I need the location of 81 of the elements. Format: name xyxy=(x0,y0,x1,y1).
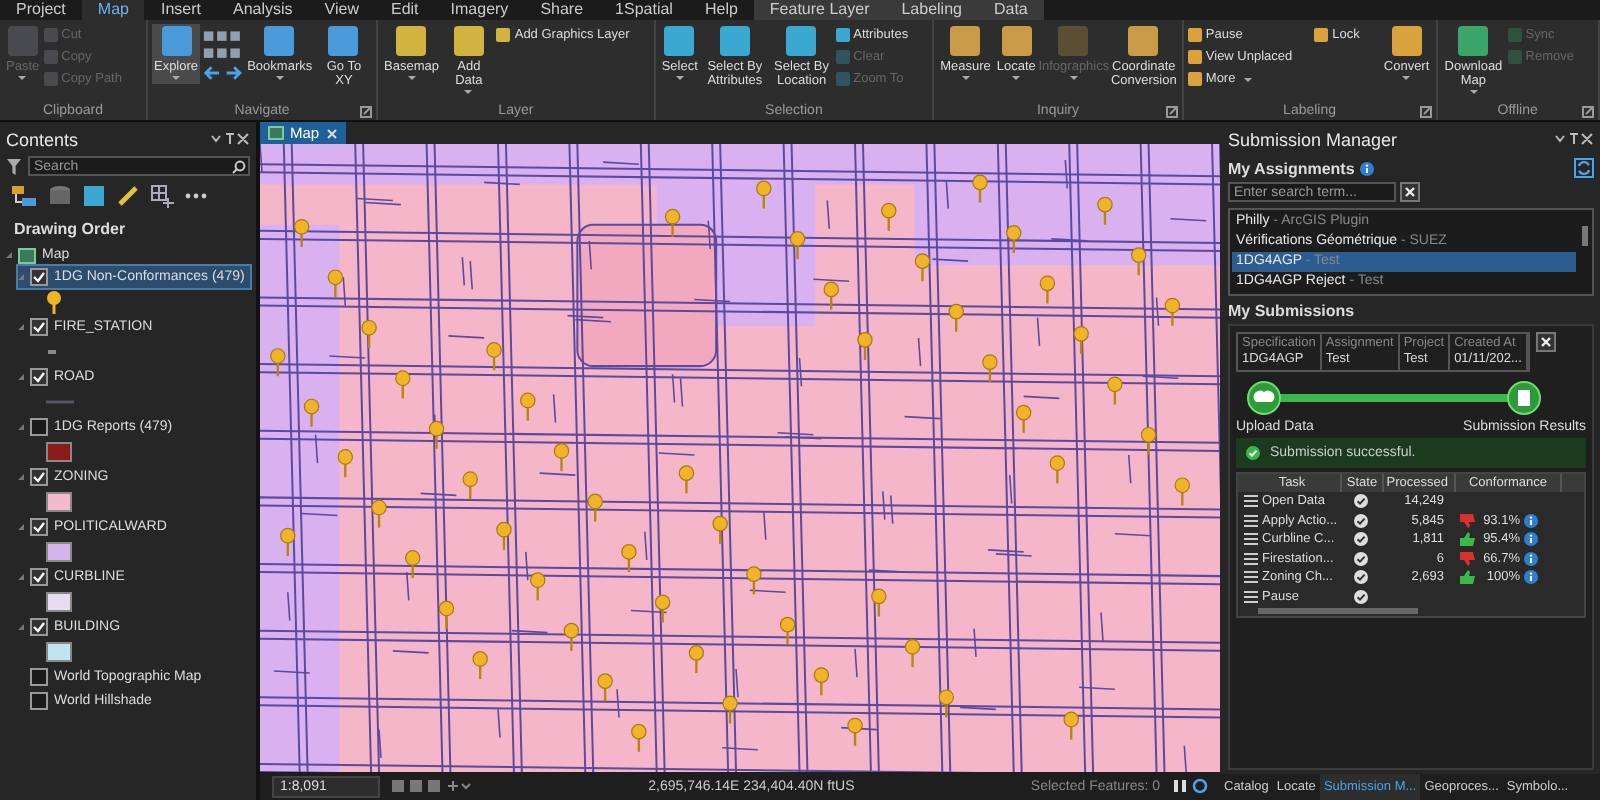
ribbon-tab[interactable]: Help xyxy=(688,0,754,20)
info-icon[interactable] xyxy=(1360,161,1375,175)
refresh-button[interactable] xyxy=(1574,158,1594,178)
pencil-icon[interactable] xyxy=(116,184,140,208)
ribbon-tab[interactable]: View xyxy=(308,0,375,20)
pane-title: Submission Manager xyxy=(1228,129,1398,149)
section-heading: My Assignments xyxy=(1228,159,1355,177)
ribbon-tab[interactable]: Project xyxy=(0,0,82,20)
close-button[interactable] xyxy=(1535,332,1556,352)
expander-icon[interactable] xyxy=(18,424,24,430)
check-circle-icon xyxy=(1353,551,1367,566)
ribbon-tab[interactable]: Imagery xyxy=(434,0,525,20)
list-icon xyxy=(1244,513,1258,528)
checkbox[interactable] xyxy=(30,568,48,586)
layer-icon[interactable] xyxy=(82,184,106,208)
check-circle-icon xyxy=(1353,532,1367,547)
list-icon xyxy=(1244,532,1258,547)
list-by-drawing-order-icon[interactable] xyxy=(10,184,38,208)
pane-title: Contents xyxy=(6,129,79,149)
checkbox[interactable] xyxy=(30,618,48,636)
expander-icon[interactable] xyxy=(18,474,24,480)
pin-symbol-icon xyxy=(46,289,62,313)
info-icon[interactable] xyxy=(1524,551,1538,566)
filter-icon[interactable] xyxy=(6,157,22,175)
line-symbol-icon xyxy=(46,397,74,405)
ribbon-tab[interactable]: Data xyxy=(977,0,1044,20)
ribbon-tab[interactable]: Edit xyxy=(374,0,435,20)
map-icon xyxy=(268,126,284,140)
ribbon-tab[interactable]: Analysis xyxy=(216,0,309,20)
close-icon[interactable] xyxy=(325,127,338,139)
list-icon xyxy=(1244,494,1258,509)
more-icon[interactable] xyxy=(184,192,208,200)
ribbon-tab[interactable]: Feature Layer xyxy=(753,0,886,20)
pane-controls-icon[interactable] xyxy=(210,132,250,146)
list-icon xyxy=(1244,589,1258,604)
launcher-icon[interactable] xyxy=(1419,106,1432,118)
expander-icon[interactable] xyxy=(18,324,24,330)
checkbox[interactable] xyxy=(30,418,48,436)
launcher-icon[interactable] xyxy=(1582,106,1595,118)
grid-plus-icon[interactable] xyxy=(150,184,174,208)
status-tools-icon[interactable] xyxy=(392,778,472,794)
info-icon[interactable] xyxy=(1524,513,1538,528)
launcher-icon[interactable] xyxy=(360,106,373,118)
checkbox[interactable] xyxy=(30,692,48,710)
list-icon xyxy=(1244,551,1258,566)
scrollbar[interactable] xyxy=(1258,608,1418,614)
pause-refresh-icon[interactable] xyxy=(1172,778,1208,794)
info-icon[interactable] xyxy=(1524,532,1538,547)
expander-icon[interactable] xyxy=(18,574,24,580)
checkbox[interactable] xyxy=(30,468,48,486)
section-heading: My Submissions xyxy=(1228,302,1355,320)
checkbox[interactable] xyxy=(30,668,48,686)
check-circle-icon xyxy=(1353,589,1367,604)
expander-icon[interactable] xyxy=(18,624,24,630)
scrollbar[interactable] xyxy=(1582,226,1588,246)
expander-icon[interactable] xyxy=(6,252,12,258)
ribbon-tab[interactable]: Labeling xyxy=(885,0,978,20)
checkbox[interactable] xyxy=(30,518,48,536)
launcher-icon[interactable] xyxy=(1165,106,1178,118)
check-circle-icon xyxy=(1353,570,1367,585)
ribbon-tab[interactable]: Insert xyxy=(144,0,217,20)
map-drawing[interactable] xyxy=(260,144,1220,772)
checkbox[interactable] xyxy=(30,268,48,286)
point-symbol-icon xyxy=(46,347,58,355)
pane-controls-icon[interactable] xyxy=(1554,132,1594,146)
expander-icon[interactable] xyxy=(18,374,24,380)
database-icon[interactable] xyxy=(48,184,72,208)
list-icon xyxy=(1244,570,1258,585)
check-circle-icon xyxy=(1353,513,1367,528)
checkbox[interactable] xyxy=(30,368,48,386)
ribbon-tab[interactable]: Map xyxy=(81,0,145,20)
map-icon xyxy=(18,247,36,263)
navigation-arrows-icon[interactable] xyxy=(202,26,244,86)
checkbox[interactable] xyxy=(30,318,48,336)
expander-icon[interactable] xyxy=(18,524,24,530)
clear-button[interactable] xyxy=(1400,182,1420,202)
ribbon-tab[interactable]: 1Spatial xyxy=(599,0,689,20)
section-heading: Drawing Order xyxy=(14,220,128,238)
ribbon-tab[interactable]: Share xyxy=(524,0,600,20)
search-icon[interactable] xyxy=(232,159,246,173)
info-icon[interactable] xyxy=(1524,570,1538,585)
